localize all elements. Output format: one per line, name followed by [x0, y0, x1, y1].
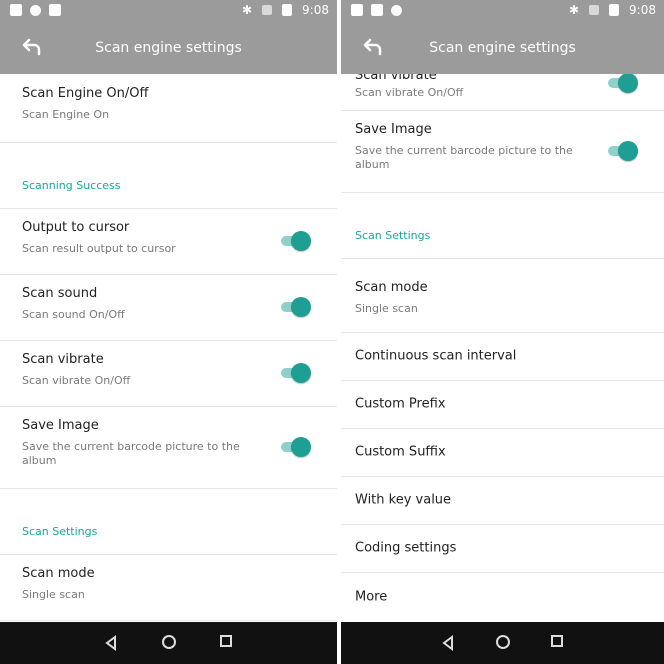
row-label: Scan sound — [22, 286, 98, 301]
toggle-knob — [618, 141, 638, 161]
status-left-icons — [10, 4, 61, 16]
status-bar: ✱ 9:08 — [0, 0, 337, 22]
signal-icon — [589, 5, 600, 15]
row-subtitle: Scan vibrate On/Off — [355, 86, 464, 99]
section-scan-settings: Scan Settings — [0, 488, 337, 555]
scan-sound-toggle[interactable] — [277, 297, 311, 317]
battery-icon — [282, 4, 293, 16]
row-subtitle: Scan Engine On — [22, 108, 110, 121]
scan-mode-row[interactable]: Scan mode Single scan — [341, 258, 664, 333]
status-bar: ✱ 9:08 — [341, 0, 664, 22]
notification-icon — [10, 4, 22, 16]
scan-vibrate-toggle[interactable] — [604, 74, 638, 93]
output-to-cursor-toggle[interactable] — [277, 231, 311, 251]
section-label: Scan Settings — [22, 525, 98, 538]
image-icon — [371, 4, 383, 16]
notification-icon — [351, 4, 363, 16]
signal-icon — [262, 5, 273, 15]
nav-back-icon[interactable] — [440, 635, 456, 651]
row-label: Scan vibrate — [355, 74, 437, 83]
left-screen: ✱ 9:08 Scan engine settings Scan Engine … — [0, 0, 337, 664]
scan-vibrate-row[interactable]: Scan vibrate Scan vibrate On/Off — [341, 74, 664, 111]
circle-icon — [391, 4, 402, 16]
section-scan-settings: Scan Settings — [341, 192, 664, 259]
output-to-cursor-row[interactable]: Output to cursor Scan result output to c… — [0, 208, 337, 275]
scan-engine-row[interactable]: Scan Engine On/Off Scan Engine On — [0, 74, 337, 143]
section-label: Scanning Success — [22, 179, 121, 192]
row-label: Scan vibrate — [22, 352, 104, 367]
settings-list: Scan Engine On/Off Scan Engine On Scanni… — [0, 74, 337, 622]
app-bar: Scan engine settings — [341, 22, 664, 74]
row-subtitle: Save the current barcode picture to the … — [22, 440, 240, 467]
coding-settings-row[interactable]: Coding settings — [341, 524, 664, 573]
app-bar: Scan engine settings — [0, 22, 337, 74]
more-row[interactable]: More — [341, 572, 664, 622]
nav-back-icon[interactable] — [103, 635, 119, 651]
right-screen: ✱ 9:08 Scan engine settings Scan vibrate… — [341, 0, 664, 664]
status-left-icons — [351, 4, 402, 16]
row-label: More — [355, 589, 388, 605]
status-right-icons: ✱ 9:08 — [569, 3, 656, 17]
nav-home-icon[interactable] — [161, 635, 176, 649]
status-time: 9:08 — [629, 3, 656, 17]
row-label: Scan Engine On/Off — [22, 86, 149, 101]
row-label: Save Image — [22, 418, 99, 433]
bluetooth-icon: ✱ — [568, 3, 580, 17]
battery-icon — [609, 4, 620, 16]
status-right-icons: ✱ 9:08 — [242, 3, 329, 17]
scan-vibrate-toggle[interactable] — [277, 363, 311, 383]
custom-prefix-row[interactable]: Custom Prefix — [341, 380, 664, 429]
toggle-knob — [291, 363, 311, 383]
save-image-row[interactable]: Save Image Save the current barcode pict… — [0, 406, 337, 489]
nav-home-icon[interactable] — [495, 635, 510, 649]
section-label: Scan Settings — [355, 229, 431, 242]
page-title: Scan engine settings — [429, 40, 576, 56]
scan-vibrate-row[interactable]: Scan vibrate Scan vibrate On/Off — [0, 340, 337, 407]
scan-mode-row[interactable]: Scan mode Single scan — [0, 554, 337, 621]
nav-recent-icon[interactable] — [551, 635, 564, 647]
page-title: Scan engine settings — [95, 40, 242, 56]
row-subtitle: Scan result output to cursor — [22, 242, 176, 255]
save-image-toggle[interactable] — [604, 141, 638, 161]
navigation-bar — [341, 622, 664, 664]
bluetooth-icon: ✱ — [241, 3, 253, 17]
row-subtitle: Scan vibrate On/Off — [22, 374, 131, 387]
row-subtitle: Save the current barcode picture to the … — [355, 144, 573, 171]
scan-sound-row[interactable]: Scan sound Scan sound On/Off — [0, 274, 337, 341]
custom-suffix-row[interactable]: Custom Suffix — [341, 428, 664, 477]
row-label: Scan mode — [355, 280, 428, 295]
row-subtitle: Scan sound On/Off — [22, 308, 125, 321]
row-label: With key value — [355, 492, 452, 508]
row-label: Custom Suffix — [355, 444, 446, 460]
row-label: Save Image — [355, 122, 432, 137]
row-label: Coding settings — [355, 540, 457, 556]
toggle-knob — [291, 437, 311, 457]
continuous-interval-row[interactable]: Continuous scan interval — [341, 332, 664, 381]
status-time: 9:08 — [302, 3, 329, 17]
save-image-toggle[interactable] — [277, 437, 311, 457]
dual-screenshot: ✱ 9:08 Scan engine settings Scan Engine … — [0, 0, 664, 664]
toggle-knob — [291, 297, 311, 317]
row-label: Scan mode — [22, 566, 95, 581]
circle-icon — [30, 4, 41, 16]
section-scanning-success: Scanning Success — [0, 142, 337, 209]
toggle-knob — [291, 231, 311, 251]
row-subtitle: Single scan — [22, 588, 85, 601]
row-label: Custom Prefix — [355, 396, 446, 412]
toggle-knob — [618, 74, 638, 93]
image-icon — [49, 4, 61, 16]
row-label: Output to cursor — [22, 220, 130, 235]
with-key-value-row[interactable]: With key value — [341, 476, 664, 525]
settings-list: Scan vibrate Scan vibrate On/Off Save Im… — [341, 74, 664, 622]
row-subtitle: Single scan — [355, 302, 418, 315]
row-label: Continuous scan interval — [355, 348, 517, 364]
save-image-row[interactable]: Save Image Save the current barcode pict… — [341, 110, 664, 193]
nav-recent-icon[interactable] — [219, 635, 232, 647]
navigation-bar — [0, 622, 337, 664]
